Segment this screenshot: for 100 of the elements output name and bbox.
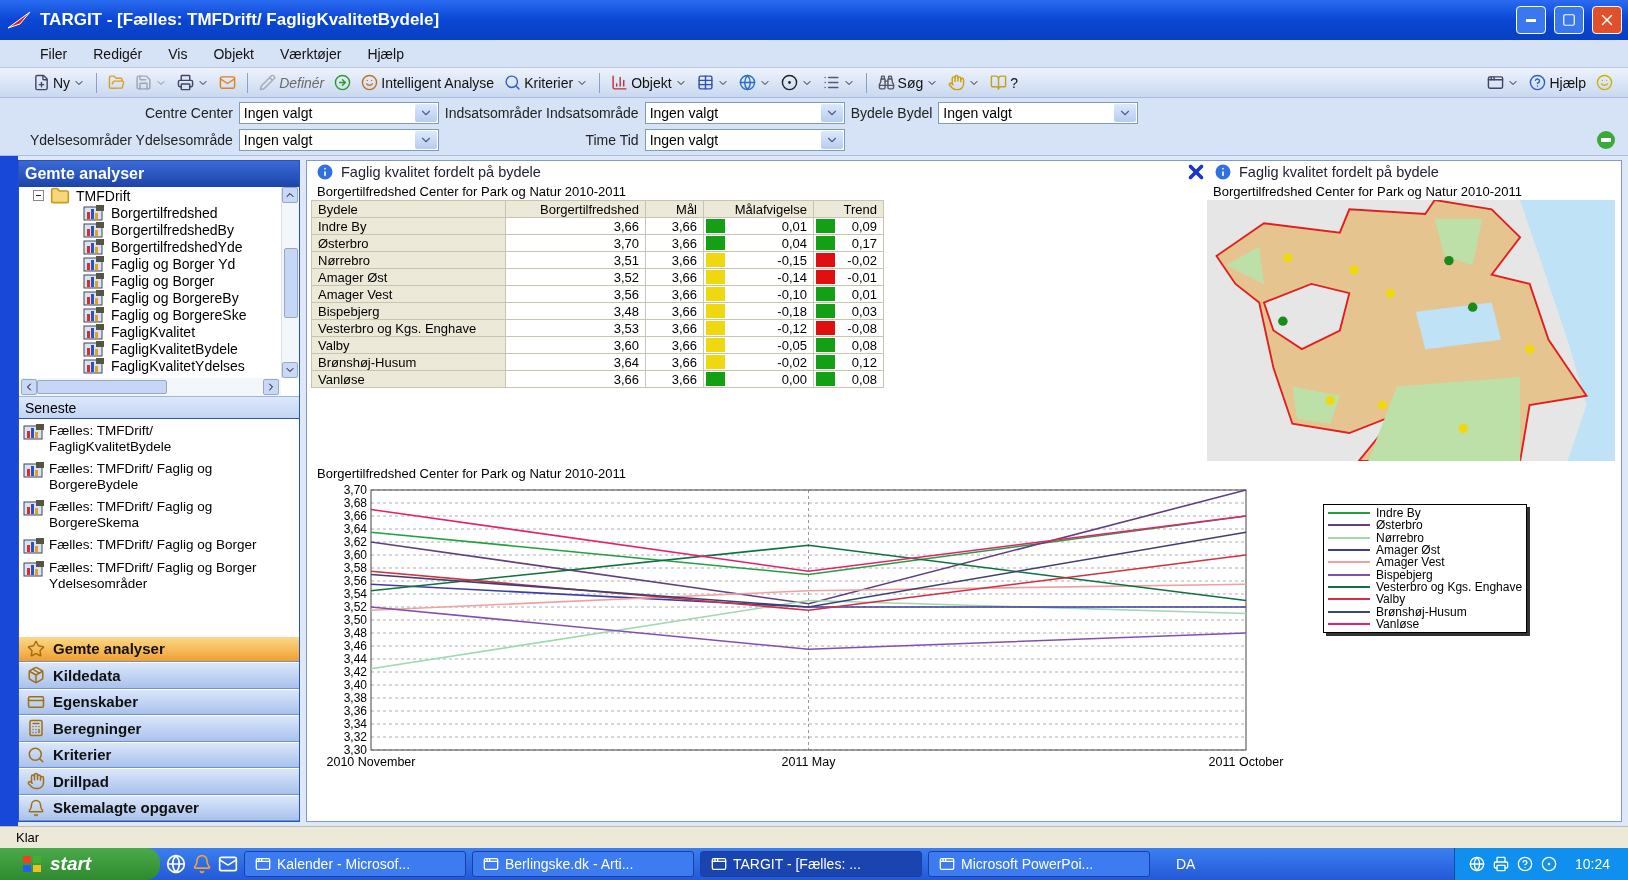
tray-icon[interactable] — [1492, 856, 1509, 872]
info-icon[interactable] — [315, 162, 335, 182]
filter-dropdown[interactable]: Ingen valgt — [238, 128, 439, 151]
binoculars-icon — [877, 74, 895, 91]
minimize-icon — [1526, 18, 1536, 22]
recent-link[interactable]: Fælles: TMFDrift/ FagligKvalitetBydele — [49, 423, 264, 455]
tree-item[interactable]: BorgertilfredshedYde — [33, 238, 281, 255]
hand-icon — [27, 772, 45, 791]
star-icon — [27, 639, 45, 658]
toolbar-button[interactable]: Søg — [874, 72, 942, 93]
legend-label: Amager Øst — [1376, 544, 1441, 557]
table-cell: -0,15 — [777, 252, 807, 268]
filter-dropdown[interactable]: Ingen valgt — [644, 102, 845, 125]
toolbar-button[interactable]: ? — [987, 72, 1022, 93]
recent-link[interactable]: Fælles: TMFDrift/ Faglig og BorgereSkema — [49, 499, 264, 531]
filter-dropdown[interactable]: Ingen valgt — [238, 102, 439, 125]
vertical-scrollbar[interactable] — [281, 187, 299, 378]
tree-item[interactable]: Faglig og Borger Yd — [33, 255, 281, 272]
menu-item[interactable]: Redigér — [93, 45, 143, 62]
toolbar-button[interactable]: Intelligent Analyse — [358, 72, 498, 93]
y-tick-label: 3,54 — [343, 587, 367, 601]
recent-link[interactable]: Fælles: TMFDrift/ Faglig og BorgereBydele — [49, 461, 264, 493]
legend-line — [1328, 549, 1370, 552]
table-cell: 0,00 — [781, 371, 807, 387]
column-header[interactable]: Mål — [645, 200, 704, 218]
hand-icon — [948, 74, 966, 91]
report-icon — [23, 461, 45, 478]
legend-label: Amager Vest — [1376, 556, 1445, 569]
menu-item[interactable]: Hjælp — [367, 45, 404, 62]
column-header[interactable]: Borgertilfredshed — [505, 200, 646, 218]
tree-item[interactable]: Faglig og BorgereSke — [33, 306, 281, 323]
recent-link[interactable]: Fælles: TMFDrift/ Faglig og Borger Ydelsesområder — [49, 560, 264, 592]
tree-item[interactable]: FagligKvalitet — [33, 323, 281, 340]
table-cell: 3,51 — [505, 251, 646, 269]
globe-icon — [738, 74, 756, 91]
help-icon — [1529, 74, 1547, 91]
mail-icon[interactable] — [218, 854, 238, 874]
close-button[interactable] — [1592, 6, 1622, 34]
filter-dropdown[interactable]: Ingen valgt — [644, 128, 845, 151]
window-icon — [939, 856, 955, 872]
nav-button[interactable]: Gemte analyser — [19, 635, 299, 662]
menu-item[interactable]: Objekt — [213, 45, 254, 62]
toolbar-button[interactable]: Objekt — [608, 72, 690, 93]
search-icon — [504, 74, 522, 91]
table-cell: 3,66 — [645, 353, 704, 371]
info-icon[interactable] — [1213, 162, 1233, 182]
table-cell: -0,01 — [847, 269, 877, 285]
menu-item[interactable]: Værktøjer — [279, 45, 342, 62]
report-icon — [83, 255, 105, 272]
app-logo-icon — [6, 10, 32, 30]
taskbar-button[interactable]: Kalender - Microsof... — [244, 851, 466, 877]
language-indicator[interactable]: DA — [1176, 856, 1196, 872]
table-cell: 3,66 — [645, 302, 704, 320]
tree-item[interactable]: FagligKvalitetYdelses — [33, 357, 281, 374]
nav-button[interactable]: Beregninger — [19, 715, 299, 742]
tree-item[interactable]: Faglig og BorgereBy — [33, 289, 281, 306]
minimize-button[interactable] — [1516, 6, 1546, 34]
report-icon — [23, 499, 45, 516]
taskbar-button[interactable]: Berlingske.dk - Arti... — [472, 851, 694, 877]
panel-title: Faglig kvalitet fordelt på bydele — [341, 164, 541, 180]
collapse-icon[interactable] — [33, 190, 44, 201]
toolbar-button[interactable]: Ny — [30, 72, 89, 93]
column-header[interactable]: Bydele — [311, 200, 506, 218]
table-cell: -0,08 — [847, 320, 877, 336]
y-tick-label: 3,32 — [343, 730, 367, 744]
tree-item[interactable]: Faglig og Borger — [33, 272, 281, 289]
column-header[interactable]: Trend — [813, 200, 884, 218]
column-header[interactable]: Målafvigelse — [703, 200, 814, 218]
taskbar-button[interactable]: Microsoft PowerPoi... — [928, 851, 1150, 877]
tree-item[interactable]: FagligKvalitetBydele — [33, 340, 281, 357]
tray-icon[interactable] — [1540, 856, 1557, 872]
nav-button[interactable]: Drillpad — [19, 768, 299, 795]
recent-link[interactable]: Fælles: TMFDrift/ Faglig og Borger — [49, 537, 264, 553]
toolbar-button[interactable]: Kriterier — [501, 72, 592, 93]
nav-button[interactable]: Kildedata — [19, 662, 299, 689]
tray-icon[interactable] — [1516, 856, 1533, 872]
taskbar-button[interactable]: TARGIT - [Fælles: ... — [700, 851, 922, 877]
menu-item[interactable]: Vis — [168, 45, 188, 62]
table-cell: 3,66 — [645, 319, 704, 337]
table-cell: 3,66 — [645, 336, 704, 354]
y-tick-label: 3,42 — [343, 665, 367, 679]
tree-item[interactable]: BorgertilfredshedBy — [33, 221, 281, 238]
nav-button[interactable]: Kriterier — [19, 741, 299, 768]
table-cell: -0,02 — [847, 252, 877, 268]
filter-dropdown[interactable]: Ingen valgt — [938, 102, 1139, 125]
tree-item[interactable]: Borgertilfredshed — [33, 204, 281, 221]
table-cell: -0,18 — [777, 303, 807, 319]
horizontal-scrollbar[interactable] — [19, 378, 281, 396]
menu-item[interactable]: Filer — [40, 45, 68, 62]
panel-title: Faglig kvalitet fordelt på bydele — [1239, 164, 1439, 180]
window-icon — [255, 856, 271, 872]
legend-line — [1328, 622, 1370, 625]
maximize-button[interactable] — [1554, 6, 1584, 34]
tray-icon[interactable] — [1468, 856, 1485, 872]
tree-item[interactable]: TMFDrift — [33, 187, 281, 204]
start-button[interactable]: start — [0, 848, 160, 880]
browser-icon[interactable] — [166, 854, 186, 874]
toolbar-button[interactable]: Hjælp — [1526, 72, 1589, 93]
nav-button[interactable]: Egenskaber — [19, 688, 299, 715]
nav-button[interactable]: Skemalagte opgaver — [19, 794, 299, 821]
